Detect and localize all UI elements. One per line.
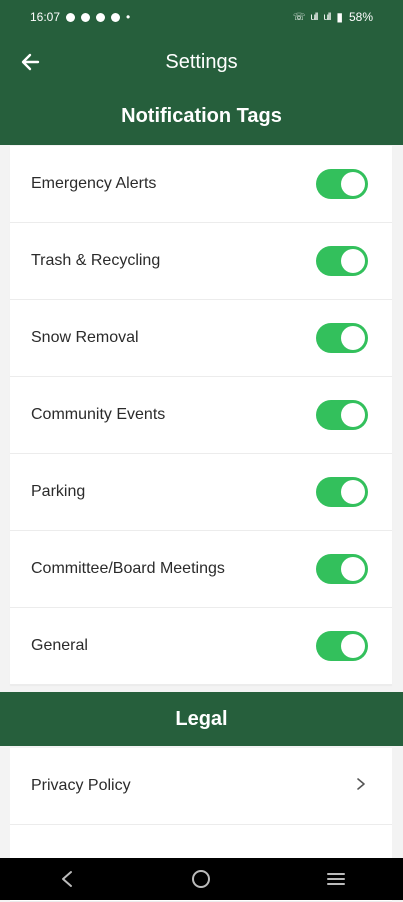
toggle-knob — [341, 634, 365, 658]
battery-icon: ▮ — [336, 10, 343, 24]
nav-back-icon[interactable] — [47, 859, 87, 899]
signal-icon: ull — [310, 11, 318, 23]
tag-row-committee-board-meetings[interactable]: Committee/Board Meetings — [10, 531, 392, 608]
tag-row-snow-removal[interactable]: Snow Removal — [10, 300, 392, 377]
toggle-knob — [341, 403, 365, 427]
privacy-policy-row[interactable]: Privacy Policy — [10, 748, 392, 825]
tag-label: General — [31, 637, 88, 654]
status-bar: 16:07 • ☏ ull ull ▮ 58% — [0, 0, 403, 34]
toggle-knob — [341, 557, 365, 581]
system-nav-bar — [0, 858, 403, 900]
signal-icon-2: ull — [323, 11, 331, 23]
tag-label: Emergency Alerts — [31, 175, 157, 192]
emergency-alerts-toggle[interactable] — [316, 169, 368, 199]
trash-recycling-toggle[interactable] — [316, 246, 368, 276]
tag-label: Community Events — [31, 406, 166, 423]
tag-row-community-events[interactable]: Community Events — [10, 377, 392, 454]
nav-home-icon[interactable] — [181, 859, 221, 899]
snow-removal-toggle[interactable] — [316, 323, 368, 353]
notification-icon — [111, 12, 121, 22]
toggle-knob — [341, 326, 365, 350]
toggle-knob — [341, 172, 365, 196]
tag-label: Committee/Board Meetings — [31, 560, 225, 577]
nav-menu-icon[interactable] — [316, 859, 356, 899]
more-notifications-icon: • — [126, 10, 131, 24]
chevron-right-icon — [356, 777, 366, 796]
notification-icon — [96, 12, 106, 22]
page-title: Settings — [165, 51, 238, 73]
committee-board-meetings-toggle[interactable] — [316, 554, 368, 584]
tag-row-parking[interactable]: Parking — [10, 454, 392, 531]
toggle-knob — [341, 249, 365, 273]
wifi-call-icon: ☏ — [292, 11, 305, 23]
notification-icon — [66, 12, 76, 22]
parking-toggle[interactable] — [316, 477, 368, 507]
status-time: 16:07 — [30, 10, 61, 24]
privacy-policy-label: Privacy Policy — [31, 777, 131, 794]
legal-section-title: Legal — [0, 692, 403, 746]
tag-row-general[interactable]: General — [10, 608, 392, 685]
tag-row-trash-recycling[interactable]: Trash & Recycling — [10, 223, 392, 300]
tag-label: Snow Removal — [31, 329, 139, 346]
community-events-toggle[interactable] — [316, 400, 368, 430]
notification-tags-title: Notification Tags — [121, 105, 282, 127]
battery-level: 58% — [348, 10, 373, 24]
notification-icon — [81, 12, 91, 22]
toggle-knob — [341, 480, 365, 504]
tag-row-emergency-alerts[interactable]: Emergency Alerts — [10, 146, 392, 223]
general-toggle[interactable] — [316, 631, 368, 661]
tag-label: Parking — [31, 483, 86, 500]
tag-label: Trash & Recycling — [31, 252, 161, 269]
notification-tags-list: Emergency Alerts Trash & Recycling Snow … — [10, 146, 392, 685]
app-bar: Settings Notification Tags — [0, 34, 403, 145]
